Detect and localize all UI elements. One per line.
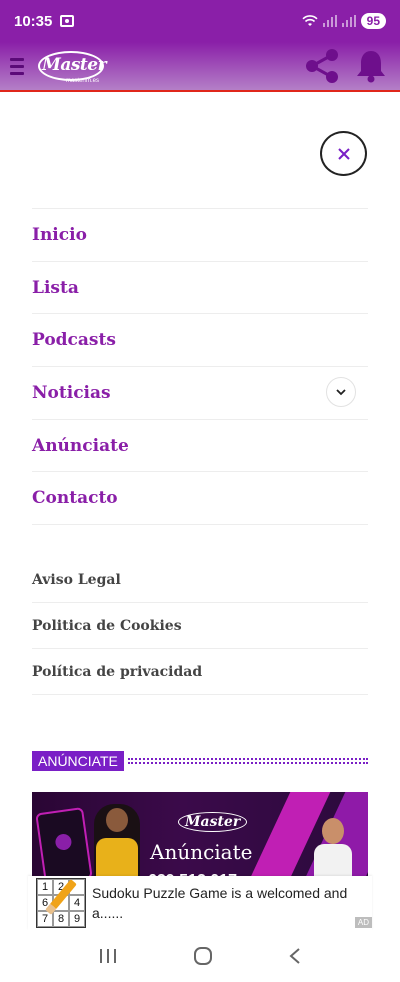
man-illustration <box>314 818 352 882</box>
menu-item-noticias[interactable]: Noticias <box>32 367 368 420</box>
status-bar: 10:35 95 <box>0 0 400 42</box>
recents-icon[interactable] <box>98 947 118 965</box>
main-menu: Inicio Lista Podcasts Noticias Anúnciate… <box>32 208 368 526</box>
menu-item-podcasts[interactable]: Podcasts <box>32 314 368 368</box>
app-bar: Master masterfm.es <box>0 42 400 92</box>
chevron-down-icon <box>336 389 346 396</box>
menu-icon[interactable] <box>10 57 24 75</box>
sudoku-app-icon: 12 64 789 <box>36 878 86 928</box>
promo-banner[interactable]: Master Anúnciate 629 512 017 <box>32 792 368 882</box>
banner-title: Anúnciate <box>150 840 253 864</box>
menu-item-label: Anúnciate <box>32 435 129 456</box>
close-icon <box>337 147 350 160</box>
signal-icon <box>322 15 337 27</box>
legal-item-aviso-legal[interactable]: Aviso Legal <box>32 557 368 603</box>
legal-menu: Aviso Legal Politica de Cookies Política… <box>32 557 368 695</box>
home-icon[interactable] <box>193 946 213 966</box>
wifi-icon <box>302 15 318 26</box>
screenshot-icon <box>60 15 75 27</box>
status-time: 10:35 <box>14 12 53 30</box>
menu-item-label: Noticias <box>32 382 111 403</box>
dotted-divider <box>127 758 368 764</box>
banner-logo: Master <box>178 812 248 832</box>
ad-section-heading: ANÚNCIATE <box>32 751 368 771</box>
menu-item-label: Contacto <box>32 488 118 509</box>
site-logo[interactable]: Master masterfm.es <box>38 45 110 87</box>
phone-illustration <box>35 807 93 882</box>
bell-icon[interactable] <box>356 49 386 83</box>
legal-item-label: Politica de Cookies <box>32 617 182 634</box>
menu-item-inicio[interactable]: Inicio <box>32 209 368 262</box>
ad-section-title: ANÚNCIATE <box>32 751 124 771</box>
legal-item-privacidad[interactable]: Política de privacidad <box>32 649 368 695</box>
legal-item-label: Aviso Legal <box>32 571 121 588</box>
battery-badge: 95 <box>360 13 386 29</box>
menu-item-lista[interactable]: Lista <box>32 262 368 315</box>
status-icons: 95 <box>302 13 386 29</box>
ad-bar[interactable]: 12 64 789 Sudoku Puzzle Game is a welcom… <box>28 876 372 930</box>
legal-item-cookies[interactable]: Politica de Cookies <box>32 603 368 649</box>
menu-item-label: Podcasts <box>32 330 116 351</box>
ad-text: Sudoku Puzzle Game is a welcomed and a..… <box>92 885 348 921</box>
share-icon[interactable] <box>304 48 340 84</box>
menu-item-label: Lista <box>32 277 79 298</box>
back-icon[interactable] <box>288 947 302 965</box>
signal-icon-2 <box>341 15 356 27</box>
ad-badge: AD <box>354 917 372 928</box>
menu-item-contacto[interactable]: Contacto <box>32 472 368 526</box>
submenu-toggle-button[interactable] <box>326 377 356 408</box>
person-with-megaphone-illustration <box>94 804 140 882</box>
close-menu-button[interactable] <box>320 131 367 176</box>
menu-item-anunciate[interactable]: Anúnciate <box>32 420 368 473</box>
menu-item-label: Inicio <box>32 224 87 245</box>
system-nav-bar <box>0 930 400 982</box>
legal-item-label: Política de privacidad <box>32 663 203 680</box>
